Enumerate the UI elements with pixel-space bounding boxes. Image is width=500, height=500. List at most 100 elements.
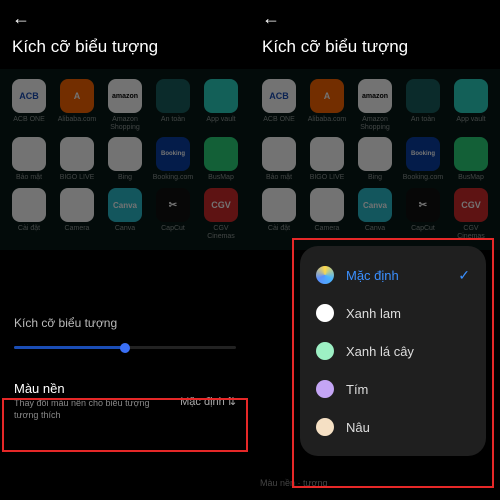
app-label: ACB ONE bbox=[263, 116, 295, 124]
app-item[interactable]: An toàn bbox=[150, 79, 196, 131]
app-item[interactable]: amazonAmazon Shopping bbox=[352, 79, 398, 131]
app-label: CGV Cinemas bbox=[199, 225, 243, 240]
app-label: Camera bbox=[65, 225, 90, 233]
app-icon: CGV bbox=[204, 188, 238, 222]
color-label: Xanh lam bbox=[346, 306, 470, 321]
app-item[interactable]: ACBACB ONE bbox=[6, 79, 52, 131]
app-label: App vault bbox=[206, 116, 235, 124]
app-item[interactable]: Camera bbox=[304, 188, 350, 240]
app-icon: ✂ bbox=[156, 188, 190, 222]
app-item[interactable]: Bảo mật bbox=[256, 137, 302, 182]
color-label: Mặc định bbox=[346, 268, 446, 283]
hidden-bg-row: Màu nền · tương bbox=[260, 478, 490, 488]
app-item[interactable]: App vault bbox=[448, 79, 494, 131]
app-item[interactable]: BIGO LIVE bbox=[304, 137, 350, 182]
app-item[interactable]: CGV CGV Cinemas bbox=[448, 188, 494, 240]
app-icon bbox=[204, 79, 238, 113]
app-item[interactable]: amazonAmazon Shopping bbox=[102, 79, 148, 131]
app-label: BIGO LIVE bbox=[60, 174, 95, 182]
bg-value-text: Mặc định bbox=[180, 396, 225, 408]
slider-thumb[interactable] bbox=[120, 343, 130, 353]
app-label: BusMap bbox=[458, 174, 484, 182]
app-icon bbox=[310, 188, 344, 222]
app-label: Cài đặt bbox=[268, 225, 290, 233]
app-label: Booking.com bbox=[153, 174, 193, 182]
color-option[interactable]: Tím bbox=[300, 370, 486, 408]
app-item[interactable]: CGV CGV Cinemas bbox=[198, 188, 244, 240]
back-icon[interactable]: ← bbox=[12, 8, 30, 29]
background-color-row[interactable]: Màu nền Thay đổi màu nền cho biểu tượng … bbox=[0, 369, 250, 433]
app-label: CapCut bbox=[161, 225, 185, 233]
color-swatch-icon bbox=[316, 380, 334, 398]
app-item[interactable]: An toàn bbox=[400, 79, 446, 131]
color-option[interactable]: Mặc định ✓ bbox=[300, 256, 486, 294]
bg-title: Màu nền bbox=[14, 381, 164, 396]
bg-subtitle: Thay đổi màu nền cho biểu tượng tương th… bbox=[14, 398, 164, 421]
app-label: Camera bbox=[315, 225, 340, 233]
app-item[interactable]: Cài đặt bbox=[6, 188, 52, 240]
color-option[interactable]: Xanh lá cây bbox=[300, 332, 486, 370]
app-label: Bing bbox=[118, 174, 132, 182]
app-label: BIGO LIVE bbox=[310, 174, 345, 182]
color-swatch-icon bbox=[316, 418, 334, 436]
app-icon bbox=[454, 79, 488, 113]
bg-value: Mặc định ⇅ bbox=[180, 395, 236, 408]
app-icon bbox=[454, 137, 488, 171]
app-item[interactable]: AAlibaba.com bbox=[304, 79, 350, 131]
app-item[interactable]: Bảo mật bbox=[6, 137, 52, 182]
app-item[interactable]: Cài đặt bbox=[256, 188, 302, 240]
size-section-label: Kích cỡ biểu tượng bbox=[0, 310, 250, 336]
app-item[interactable]: Camera bbox=[54, 188, 100, 240]
app-label: BusMap bbox=[208, 174, 234, 182]
app-label: Alibaba.com bbox=[308, 116, 347, 124]
app-grid: ACB ACB ONE AAlibaba.comamazonAmazon Shopp… bbox=[250, 69, 500, 250]
app-item[interactable]: bBing bbox=[352, 137, 398, 182]
app-label: App vault bbox=[456, 116, 485, 124]
app-item[interactable]: BookingBooking.com bbox=[150, 137, 196, 182]
app-label: Canva bbox=[365, 225, 385, 233]
app-label: Alibaba.com bbox=[58, 116, 97, 124]
page-title: Kích cỡ biểu tượng bbox=[250, 37, 500, 69]
app-item[interactable]: BusMap bbox=[448, 137, 494, 182]
back-icon[interactable]: ← bbox=[262, 8, 280, 29]
app-label: Canva bbox=[115, 225, 135, 233]
color-option[interactable]: Nâu bbox=[300, 408, 486, 446]
app-item[interactable]: App vault bbox=[198, 79, 244, 131]
app-icon bbox=[262, 188, 296, 222]
page-title: Kích cỡ biểu tượng bbox=[0, 37, 250, 69]
app-item[interactable]: ✂ CapCut bbox=[150, 188, 196, 240]
app-label: Cài đặt bbox=[18, 225, 40, 233]
preview-area: ACBACB ONEAAlibaba.comamazonAmazon Shopp… bbox=[0, 69, 250, 250]
size-slider[interactable] bbox=[14, 346, 236, 349]
app-icon: CGV bbox=[454, 188, 488, 222]
setting-text: Màu nền Thay đổi màu nền cho biểu tượng … bbox=[14, 381, 164, 421]
color-label: Tím bbox=[346, 382, 470, 397]
app-item[interactable]: AAlibaba.com bbox=[54, 79, 100, 131]
app-item[interactable]: ✂CapCut bbox=[400, 188, 446, 240]
screen-right: ← Kích cỡ biểu tượng ACB ACB ONE AAlibaba.… bbox=[250, 0, 500, 500]
app-item[interactable]: Canva Canva bbox=[102, 188, 148, 240]
check-icon: ✓ bbox=[458, 267, 470, 284]
app-label: Booking.com bbox=[403, 174, 443, 182]
color-label: Xanh lá cây bbox=[346, 344, 470, 359]
app-item[interactable]: BIGO LIVE bbox=[54, 137, 100, 182]
app-icon bbox=[204, 137, 238, 171]
app-item[interactable]: bBing bbox=[102, 137, 148, 182]
app-icon: ACB bbox=[12, 79, 46, 113]
app-item[interactable]: CanvaCanva bbox=[352, 188, 398, 240]
app-item[interactable]: BookingBooking.com bbox=[400, 137, 446, 182]
app-item[interactable]: BusMap bbox=[198, 137, 244, 182]
app-icon bbox=[406, 79, 440, 113]
color-label: Nâu bbox=[346, 420, 470, 435]
color-option[interactable]: Xanh lam bbox=[300, 294, 486, 332]
color-swatch-icon bbox=[316, 342, 334, 360]
app-label: An toàn bbox=[161, 116, 185, 124]
app-icon: ACB bbox=[262, 79, 296, 113]
app-label: CGV Cinemas bbox=[449, 225, 493, 240]
app-icon: Canva bbox=[108, 188, 142, 222]
app-item[interactable]: ACB ACB ONE bbox=[256, 79, 302, 131]
header: ← bbox=[250, 0, 500, 37]
app-icon bbox=[12, 188, 46, 222]
app-label: Amazon Shopping bbox=[103, 116, 147, 131]
color-popup: Mặc định ✓ Xanh lam Xanh lá cây Tím Nâu bbox=[300, 246, 486, 456]
